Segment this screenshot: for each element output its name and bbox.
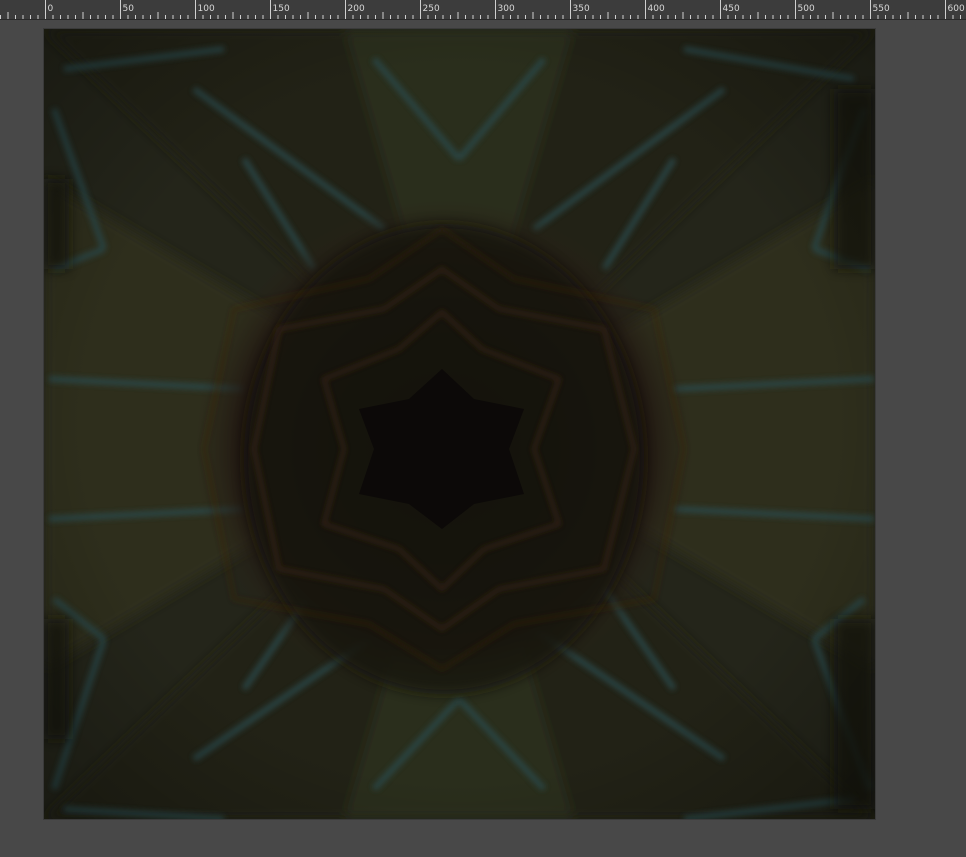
ruler-label: 250 bbox=[423, 4, 440, 14]
kaleidoscope-image bbox=[44, 29, 875, 819]
ruler-label: 350 bbox=[573, 4, 590, 14]
ruler-label: 450 bbox=[723, 4, 740, 14]
ruler-label: 100 bbox=[198, 4, 215, 14]
horizontal-ruler[interactable]: 0 50 100 150 200 250 300 350 400 450 500 550 600 bbox=[0, 0, 966, 20]
ruler-label: 200 bbox=[348, 4, 365, 14]
image-canvas[interactable] bbox=[44, 29, 875, 819]
ruler-label: 50 bbox=[123, 4, 135, 14]
ruler-label: 550 bbox=[873, 4, 890, 14]
ruler-label: 150 bbox=[273, 4, 290, 14]
ruler-label: 400 bbox=[648, 4, 665, 14]
ruler-label: 300 bbox=[498, 4, 515, 14]
ruler-label: 600 bbox=[948, 4, 965, 14]
canvas-workspace[interactable] bbox=[0, 20, 966, 857]
ruler-label: 500 bbox=[798, 4, 815, 14]
image-editor-window: 0 50 100 150 200 250 300 350 400 450 500 550 600 bbox=[0, 0, 966, 857]
ruler-label: 0 bbox=[48, 4, 54, 14]
